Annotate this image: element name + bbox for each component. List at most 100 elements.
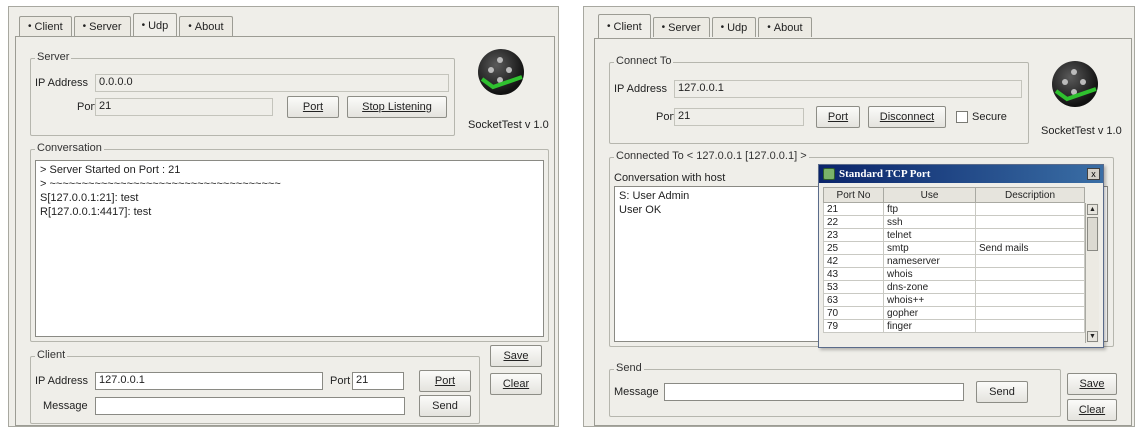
port-table: Port No Use Description 21 ftp 22 ssh 23 te…: [823, 187, 1085, 333]
right-window: • Client • Server • Udp • About Connect To I…: [583, 6, 1135, 427]
description-cell: Send mails: [975, 241, 1085, 255]
left-save-button[interactable]: Save: [490, 345, 542, 367]
description-cell: [975, 280, 1085, 294]
send-group: Send Message Send: [609, 362, 1061, 417]
left-clear-button[interactable]: Clear: [490, 373, 542, 395]
use-cell: ssh: [883, 215, 976, 229]
client-message-label: Message: [43, 400, 88, 412]
conversation-with-host-label: Conversation with host: [614, 172, 726, 184]
table-row[interactable]: 25 smtp Send mails: [823, 241, 1085, 255]
use-cell: dns-zone: [883, 280, 976, 294]
tab-client[interactable]: • Client: [598, 14, 651, 38]
secure-checkbox[interactable]: [956, 111, 968, 123]
client-message-field[interactable]: [95, 397, 405, 415]
port-no-cell: 42: [823, 254, 884, 268]
description-cell: [975, 202, 1085, 216]
port-no-cell: 63: [823, 293, 884, 307]
close-icon[interactable]: x: [1087, 168, 1100, 180]
table-row[interactable]: 23 telnet: [823, 228, 1085, 242]
port-no-cell: 53: [823, 280, 884, 294]
tab-client[interactable]: • Client: [19, 16, 72, 36]
use-cell: gopher: [883, 306, 976, 320]
use-cell: whois++: [883, 293, 976, 307]
description-cell: [975, 254, 1085, 268]
connect-ip-field[interactable]: 127.0.0.1: [674, 80, 1022, 98]
conversation-legend: Conversation: [35, 142, 104, 154]
server-port-button[interactable]: Port: [287, 96, 339, 118]
table-row[interactable]: 79 finger: [823, 319, 1085, 333]
table-row[interactable]: 21 ftp: [823, 202, 1085, 216]
server-ip-field[interactable]: 0.0.0.0: [95, 74, 449, 92]
table-row[interactable]: 53 dns-zone: [823, 280, 1085, 294]
connect-port-field[interactable]: 21: [674, 108, 804, 126]
column-header-description[interactable]: Description: [975, 187, 1085, 203]
column-header-use[interactable]: Use: [883, 187, 976, 203]
logo-caption: SocketTest v 1.0: [1041, 125, 1122, 137]
logo-caption: SocketTest v 1.0: [468, 119, 549, 131]
client-send-button[interactable]: Send: [419, 395, 471, 417]
use-cell: finger: [883, 319, 976, 333]
table-row[interactable]: 70 gopher: [823, 306, 1085, 320]
scroll-down-arrow-icon[interactable]: ▼: [1087, 331, 1098, 342]
tab-server[interactable]: • Server: [652, 17, 710, 37]
table-row[interactable]: 22 ssh: [823, 215, 1085, 229]
column-header-port-no[interactable]: Port No: [823, 187, 884, 203]
use-cell: whois: [883, 267, 976, 281]
client-port-button[interactable]: Port: [419, 370, 471, 392]
left-window: • Client • Server • Udp • About Server IP Ad…: [8, 6, 559, 427]
right-save-button[interactable]: Save: [1067, 373, 1117, 395]
port-table-header: Port No Use Description: [823, 187, 1085, 203]
connect-port-button[interactable]: Port: [816, 106, 860, 128]
table-row[interactable]: 42 nameserver: [823, 254, 1085, 268]
description-cell: [975, 215, 1085, 229]
tab-udp[interactable]: • Udp: [711, 17, 757, 37]
send-button[interactable]: Send: [976, 381, 1028, 403]
right-clear-button[interactable]: Clear: [1067, 399, 1117, 421]
port-no-cell: 79: [823, 319, 884, 333]
dialog-title-bar[interactable]: Standard TCP Port: [819, 165, 1103, 183]
table-row[interactable]: 63 whois++: [823, 293, 1085, 307]
description-cell: [975, 306, 1085, 320]
port-no-cell: 23: [823, 228, 884, 242]
server-group: Server IP Address 0.0.0.0 Port 21 Port S…: [30, 51, 455, 136]
secure-label: Secure: [972, 111, 1007, 123]
connect-to-legend: Connect To: [614, 55, 674, 67]
sockettest-logo-icon: [478, 49, 524, 95]
left-tab-panel: Server IP Address 0.0.0.0 Port 21 Port S…: [15, 36, 555, 426]
client-group: Client IP Address 127.0.0.1 Port 21 Port…: [30, 349, 480, 424]
checkmark-icon: [480, 75, 523, 90]
checkmark-icon: [1054, 87, 1097, 102]
client-ip-field[interactable]: 127.0.0.1: [95, 372, 323, 390]
client-port-label: Port: [330, 375, 351, 387]
stop-listening-button[interactable]: Stop Listening: [347, 96, 447, 118]
java-app-icon: [823, 168, 835, 180]
port-no-cell: 25: [823, 241, 884, 255]
use-cell: nameserver: [883, 254, 976, 268]
send-legend: Send: [614, 362, 644, 374]
client-port-field[interactable]: 21: [352, 372, 404, 390]
description-cell: [975, 267, 1085, 281]
connect-to-group: Connect To IP Address 127.0.0.1 Port 21 …: [609, 55, 1029, 144]
server-port-field[interactable]: 21: [95, 98, 273, 116]
tab-about[interactable]: • About: [179, 16, 233, 36]
scroll-up-arrow-icon[interactable]: ▲: [1087, 204, 1098, 215]
description-cell: [975, 293, 1085, 307]
disconnect-button[interactable]: Disconnect: [868, 106, 946, 128]
send-message-field[interactable]: [664, 383, 964, 401]
tab-server[interactable]: • Server: [73, 16, 131, 36]
scroll-thumb[interactable]: [1087, 217, 1098, 251]
use-cell: telnet: [883, 228, 976, 242]
port-no-cell: 22: [823, 215, 884, 229]
tab-about[interactable]: • About: [758, 17, 812, 37]
port-no-cell: 70: [823, 306, 884, 320]
client-legend: Client: [35, 349, 68, 361]
sockettest-logo-icon: [1052, 61, 1098, 107]
table-vertical-scrollbar[interactable]: ▲ ▼: [1085, 203, 1099, 343]
table-row[interactable]: 43 whois: [823, 267, 1085, 281]
connect-ip-label: IP Address: [614, 83, 667, 95]
tab-udp[interactable]: • Udp: [132, 13, 178, 37]
port-no-cell: 21: [823, 202, 884, 216]
conversation-log[interactable]: > Server Started on Port : 21 > ~~~~~~~~…: [35, 160, 544, 337]
server-legend: Server: [35, 51, 72, 63]
send-message-label: Message: [614, 386, 659, 398]
